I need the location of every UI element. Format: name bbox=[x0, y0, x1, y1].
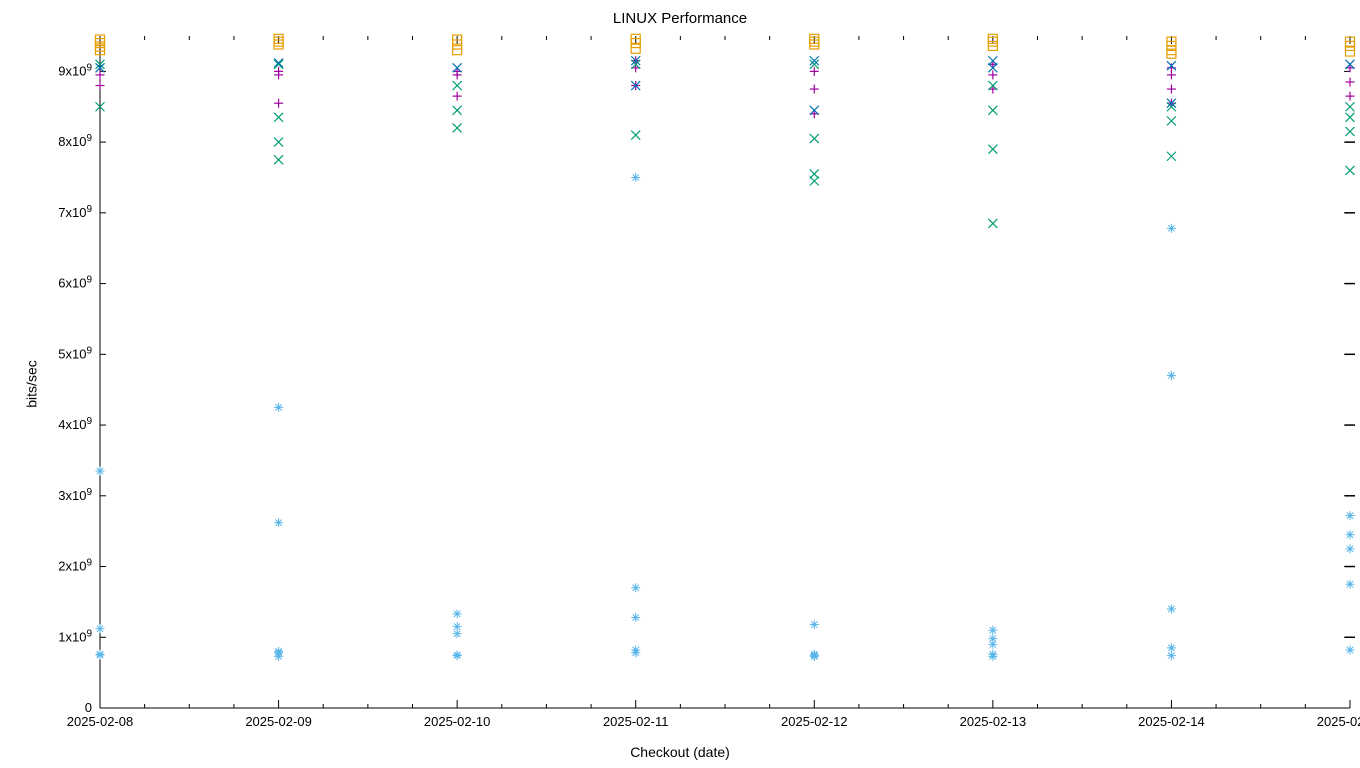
svg-text:3x109: 3x109 bbox=[58, 486, 92, 503]
svg-text:2025-02-08: 2025-02-08 bbox=[67, 714, 134, 729]
svg-text:2025-02-11: 2025-02-11 bbox=[603, 714, 669, 729]
chart-title: LINUX Performance bbox=[0, 10, 1360, 27]
performance-chart: LINUX Performance bits/sec Checkout (dat… bbox=[0, 0, 1360, 768]
svg-text:2025-02-13: 2025-02-13 bbox=[960, 714, 1027, 729]
svg-text:2025-02-12: 2025-02-12 bbox=[781, 714, 848, 729]
x-axis-label: Checkout (date) bbox=[0, 744, 1360, 760]
svg-text:6x109: 6x109 bbox=[58, 274, 92, 291]
svg-text:7x109: 7x109 bbox=[58, 203, 92, 220]
svg-text:8x109: 8x109 bbox=[58, 133, 92, 150]
svg-text:9x109: 9x109 bbox=[58, 62, 92, 79]
svg-text:2025-02-14: 2025-02-14 bbox=[1138, 714, 1205, 729]
svg-text:2x109: 2x109 bbox=[58, 557, 92, 574]
svg-text:4x109: 4x109 bbox=[58, 416, 92, 433]
svg-text:5x109: 5x109 bbox=[58, 345, 92, 362]
svg-text:2025-02-10: 2025-02-10 bbox=[424, 714, 491, 729]
svg-text:2025-02-15: 2025-02-15 bbox=[1317, 714, 1360, 729]
svg-text:1x109: 1x109 bbox=[58, 628, 92, 645]
plot-area: 01x1092x1093x1094x1095x1096x1097x1098x10… bbox=[100, 36, 1350, 708]
svg-text:0: 0 bbox=[85, 700, 92, 715]
svg-text:2025-02-09: 2025-02-09 bbox=[245, 714, 311, 729]
y-axis-label: bits/sec bbox=[24, 360, 40, 407]
